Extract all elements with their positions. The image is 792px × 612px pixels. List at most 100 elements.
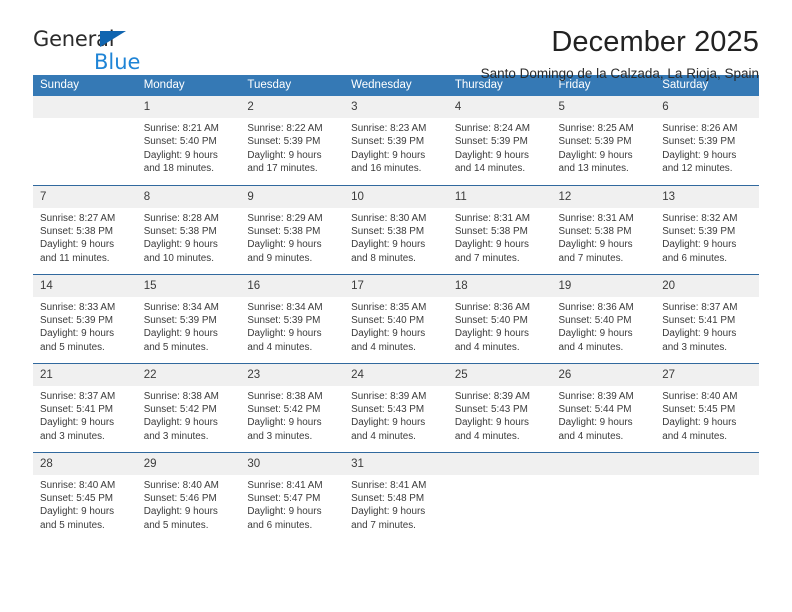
general-blue-logo[interactable]: General Blue	[33, 28, 233, 78]
sunset-text: Sunset: 5:48 PM	[351, 492, 425, 504]
daylight-text-line2: and 4 minutes.	[662, 430, 727, 442]
sunset-text: Sunset: 5:39 PM	[143, 314, 217, 326]
day-details: Sunrise: 8:32 AM Sunset: 5:39 PM Daylight:…	[655, 208, 759, 266]
sunrise-text: Sunrise: 8:26 AM	[662, 123, 738, 134]
calendar-day-cell[interactable]: 22 Sunrise: 8:38 AM Sunset: 5:42 PM Dayligh…	[136, 362, 241, 452]
sunset-text: Sunset: 5:39 PM	[454, 136, 528, 148]
day-number: 13	[655, 185, 759, 208]
calendar-day-cell[interactable]: 24 Sunrise: 8:39 AM Sunset: 5:43 PM Dayligh…	[344, 362, 448, 452]
sunrise-text: Sunrise: 8:31 AM	[454, 212, 531, 224]
calendar-day-cell[interactable]: 14 Sunrise: 8:33 AM Sunset: 5:39 PM Dayligh…	[33, 273, 137, 363]
calendar-day-cell[interactable]: 20 Sunrise: 8:37 AM Sunset: 5:41 PM Dayligh…	[655, 273, 759, 363]
day-number: 22	[136, 363, 241, 386]
daylight-text-line2: and 6 minutes.	[247, 519, 313, 531]
sunrise-text: Sunrise: 8:25 AM	[558, 123, 634, 134]
calendar-day-cell[interactable]: 9 Sunrise: 8:29 AM Sunset: 5:38 PM Daylight…	[240, 184, 345, 274]
calendar-day-cell[interactable]: 1 Sunrise: 8:21 AM Sunset: 5:40 PM Daylight…	[136, 96, 241, 185]
day-details: Sunrise: 8:33 AM Sunset: 5:39 PM Daylight:…	[33, 297, 137, 355]
sunset-text: Sunset: 5:44 PM	[558, 403, 632, 415]
daylight-text-line1: Daylight: 9 hours	[662, 417, 737, 429]
calendar-day-cell[interactable]: 31 Sunrise: 8:41 AM Sunset: 5:48 PM Dayligh…	[344, 451, 448, 541]
daylight-text-line2: and 4 minutes.	[454, 430, 520, 442]
sunset-text: Sunset: 5:38 PM	[40, 225, 114, 237]
day-number	[33, 96, 137, 118]
calendar-day-cell[interactable]: 18 Sunrise: 8:36 AM Sunset: 5:40 PM Dayligh…	[447, 273, 552, 363]
daylight-text-line2: and 18 minutes.	[143, 163, 214, 175]
day-number: 12	[551, 185, 656, 208]
daylight-text-line2: and 17 minutes.	[247, 163, 318, 175]
sunrise-text: Sunrise: 8:32 AM	[662, 212, 738, 224]
sunset-text: Sunset: 5:42 PM	[143, 403, 217, 415]
calendar-day-cell[interactable]: 28 Sunrise: 8:40 AM Sunset: 5:45 PM Dayligh…	[33, 451, 137, 541]
calendar-day-cell[interactable]: 21 Sunrise: 8:37 AM Sunset: 5:41 PM Dayligh…	[33, 362, 137, 452]
daylight-text-line1: Daylight: 9 hours	[247, 239, 322, 251]
calendar-day-cell[interactable]: 17 Sunrise: 8:35 AM Sunset: 5:40 PM Dayligh…	[344, 273, 448, 363]
daylight-text-line2: and 6 minutes.	[662, 252, 727, 264]
daylight-text-line1: Daylight: 9 hours	[143, 239, 218, 251]
sunrise-text: Sunrise: 8:23 AM	[351, 123, 427, 134]
calendar-day-cell[interactable]: 26 Sunrise: 8:39 AM Sunset: 5:44 PM Dayligh…	[551, 362, 656, 452]
day-details: Sunrise: 8:37 AM Sunset: 5:41 PM Daylight:…	[33, 386, 137, 444]
logo-text-blue: Blue	[94, 50, 141, 74]
daylight-text-line2: and 4 minutes.	[351, 341, 416, 353]
day-details: Sunrise: 8:38 AM Sunset: 5:42 PM Daylight:…	[240, 386, 344, 444]
day-number: 26	[551, 363, 656, 386]
day-details: Sunrise: 8:40 AM Sunset: 5:45 PM Daylight:…	[655, 386, 759, 444]
calendar-day-cell[interactable]: 5 Sunrise: 8:25 AM Sunset: 5:39 PM Daylight…	[551, 96, 656, 185]
day-details: Sunrise: 8:41 AM Sunset: 5:48 PM Daylight:…	[344, 475, 448, 533]
calendar-day-cell-empty	[33, 96, 137, 185]
calendar-day-cell[interactable]: 13 Sunrise: 8:32 AM Sunset: 5:39 PM Dayligh…	[655, 184, 759, 274]
calendar-day-cell[interactable]: 15 Sunrise: 8:34 AM Sunset: 5:39 PM Dayligh…	[136, 273, 241, 363]
calendar-day-cell[interactable]: 8 Sunrise: 8:28 AM Sunset: 5:38 PM Daylight…	[136, 184, 241, 274]
sunset-text: Sunset: 5:41 PM	[40, 403, 114, 415]
calendar-day-cell[interactable]: 3 Sunrise: 8:23 AM Sunset: 5:39 PM Daylight…	[344, 96, 448, 185]
calendar-day-cell[interactable]: 27 Sunrise: 8:40 AM Sunset: 5:45 PM Dayligh…	[655, 362, 759, 452]
calendar-day-cell[interactable]: 6 Sunrise: 8:26 AM Sunset: 5:39 PM Daylight…	[655, 96, 759, 185]
day-number: 28	[33, 452, 137, 475]
day-details: Sunrise: 8:35 AM Sunset: 5:40 PM Daylight:…	[344, 297, 448, 355]
calendar-day-cell[interactable]: 10 Sunrise: 8:30 AM Sunset: 5:38 PM Dayligh…	[344, 184, 448, 274]
day-number: 16	[240, 274, 345, 297]
sunrise-text: Sunrise: 8:36 AM	[558, 301, 634, 313]
daylight-text-line1: Daylight: 9 hours	[247, 328, 322, 340]
day-number: 20	[655, 274, 759, 297]
day-number: 23	[240, 363, 345, 386]
daylight-text-line1: Daylight: 9 hours	[40, 328, 115, 340]
calendar-day-cell[interactable]: 4 Sunrise: 8:24 AM Sunset: 5:39 PM Daylight…	[447, 96, 552, 185]
daylight-text-line2: and 4 minutes.	[558, 430, 624, 442]
daylight-text-line2: and 4 minutes.	[454, 341, 520, 353]
sunrise-text: Sunrise: 8:34 AM	[143, 301, 219, 313]
day-details: Sunrise: 8:23 AM Sunset: 5:39 PM Daylight:…	[344, 118, 448, 176]
sunset-text: Sunset: 5:42 PM	[247, 403, 321, 415]
daylight-text-line1: Daylight: 9 hours	[247, 506, 322, 518]
daylight-text-line1: Daylight: 9 hours	[40, 417, 115, 429]
calendar-day-cell[interactable]: 30 Sunrise: 8:41 AM Sunset: 5:47 PM Dayligh…	[240, 451, 345, 541]
daylight-text-line2: and 5 minutes.	[40, 341, 105, 353]
day-number: 2	[240, 96, 345, 118]
sunset-text: Sunset: 5:39 PM	[247, 136, 321, 148]
sunset-text: Sunset: 5:38 PM	[454, 225, 528, 237]
calendar-day-cell[interactable]: 29 Sunrise: 8:40 AM Sunset: 5:46 PM Dayligh…	[136, 451, 241, 541]
calendar-day-cell[interactable]: 2 Sunrise: 8:22 AM Sunset: 5:39 PM Daylight…	[240, 96, 345, 185]
calendar-day-cell-empty	[551, 451, 656, 541]
sunset-text: Sunset: 5:47 PM	[247, 492, 321, 504]
calendar-week-row: 7 Sunrise: 8:27 AM Sunset: 5:38 PM Daylight…	[33, 184, 759, 274]
calendar-day-cell[interactable]: 7 Sunrise: 8:27 AM Sunset: 5:38 PM Daylight…	[33, 184, 137, 274]
calendar-day-cell[interactable]: 25 Sunrise: 8:39 AM Sunset: 5:43 PM Dayligh…	[447, 362, 552, 452]
daylight-text-line1: Daylight: 9 hours	[351, 417, 426, 429]
calendar-day-cell[interactable]: 16 Sunrise: 8:34 AM Sunset: 5:39 PM Dayligh…	[240, 273, 345, 363]
daylight-text-line1: Daylight: 9 hours	[143, 149, 218, 161]
calendar-day-cell[interactable]: 19 Sunrise: 8:36 AM Sunset: 5:40 PM Dayligh…	[551, 273, 656, 363]
calendar-day-cell[interactable]: 11 Sunrise: 8:31 AM Sunset: 5:38 PM Dayligh…	[447, 184, 552, 274]
sunrise-text: Sunrise: 8:35 AM	[351, 301, 427, 313]
daylight-text-line1: Daylight: 9 hours	[351, 149, 426, 161]
day-details: Sunrise: 8:24 AM Sunset: 5:39 PM Daylight:…	[448, 118, 552, 176]
daylight-text-line1: Daylight: 9 hours	[558, 417, 633, 429]
triangle-icon	[100, 31, 126, 47]
sunrise-text: Sunrise: 8:41 AM	[351, 479, 427, 491]
daylight-text-line1: Daylight: 9 hours	[558, 149, 633, 161]
day-details: Sunrise: 8:36 AM Sunset: 5:40 PM Daylight:…	[448, 297, 552, 355]
calendar-day-cell[interactable]: 12 Sunrise: 8:31 AM Sunset: 5:38 PM Dayligh…	[551, 184, 656, 274]
calendar-day-cell[interactable]: 23 Sunrise: 8:38 AM Sunset: 5:42 PM Dayligh…	[240, 362, 345, 452]
sunrise-text: Sunrise: 8:33 AM	[40, 301, 116, 313]
